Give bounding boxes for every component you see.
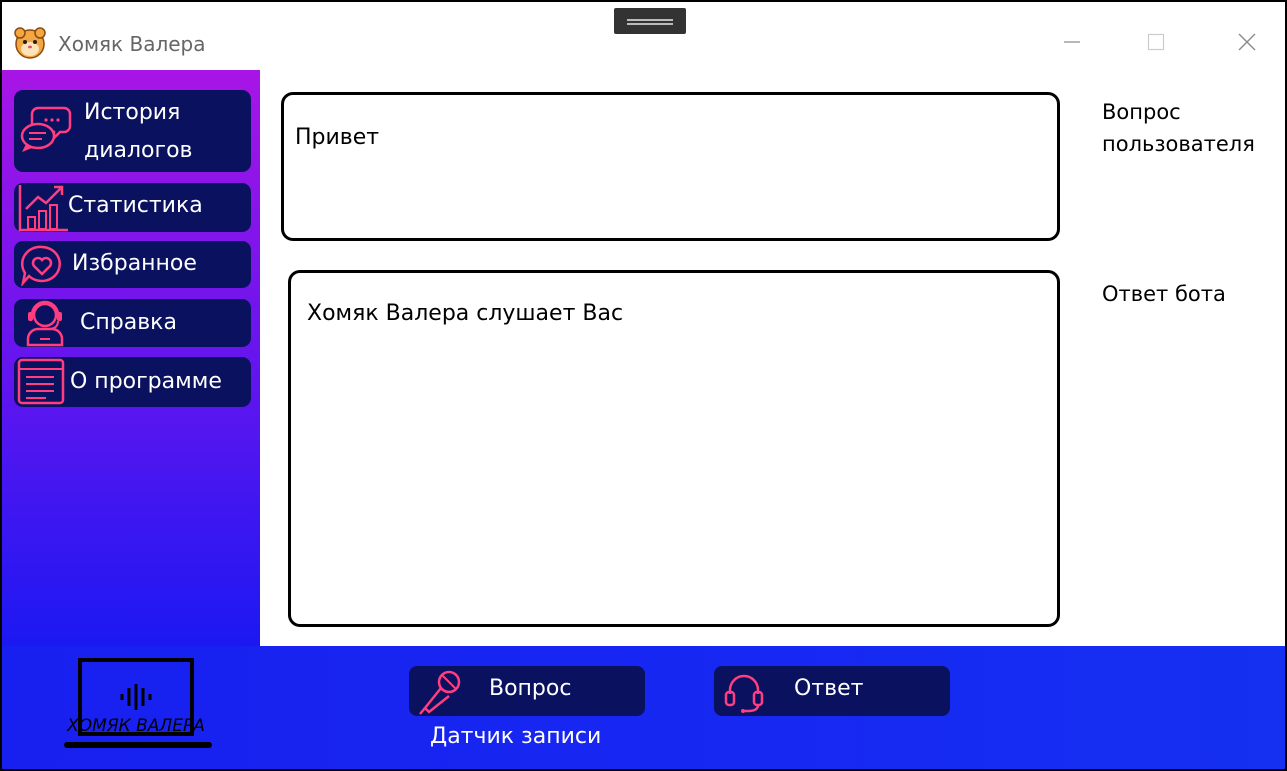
sidebar-item-favorites[interactable]: Избранное xyxy=(14,241,251,288)
app-window: Хомяк Валера История диалогов Статистика… xyxy=(0,0,1287,771)
chat-bubbles-icon xyxy=(20,106,72,152)
close-button[interactable] xyxy=(1224,24,1270,60)
sidebar-item-help[interactable]: Справка xyxy=(14,299,251,347)
hamster-valera-logo: ХОМЯК ВАЛЕРА xyxy=(64,658,212,748)
question-record-button[interactable]: Вопрос xyxy=(409,666,645,716)
minimize-button[interactable] xyxy=(1049,24,1095,60)
sidebar-item-label: диалогов xyxy=(84,138,193,163)
headset-icon xyxy=(724,674,764,713)
answer-label: Ответ бота xyxy=(1102,282,1226,306)
question-text: Привет xyxy=(295,125,380,150)
recording-sensor-label: Датчик записи xyxy=(430,724,602,749)
sidebar-item-label: О программе xyxy=(70,369,222,394)
sidebar-item-label: Справка xyxy=(80,310,177,335)
title-bar[interactable]: Хомяк Валера xyxy=(2,2,1285,70)
sidebar-item-dialog-history[interactable]: История диалогов xyxy=(14,90,251,172)
maximize-button[interactable] xyxy=(1133,24,1179,60)
sidebar-item-label: Избранное xyxy=(72,251,197,276)
answer-play-button[interactable]: Ответ xyxy=(714,666,950,716)
question-button-label: Вопрос xyxy=(489,676,572,701)
answer-text: Хомяк Валера слушает Вас xyxy=(307,301,624,326)
document-icon xyxy=(17,358,65,405)
maximize-icon xyxy=(1147,33,1165,51)
answer-textbox[interactable]: Хомяк Валера слушает Вас xyxy=(288,270,1060,627)
hamster-icon xyxy=(14,27,46,59)
question-label: Вопрос пользователя xyxy=(1102,100,1255,156)
minimize-icon xyxy=(1064,41,1080,43)
sidebar: История диалогов Статистика Избранное Сп… xyxy=(2,70,260,646)
sidebar-item-about[interactable]: О программе xyxy=(14,357,251,407)
chart-growth-icon xyxy=(18,185,68,232)
microphone-icon xyxy=(419,670,461,715)
support-agent-icon xyxy=(26,300,64,347)
sidebar-item-statistics[interactable]: Статистика xyxy=(14,183,251,232)
close-icon xyxy=(1238,33,1256,51)
drag-handle[interactable] xyxy=(614,8,686,34)
logo-text: ХОМЯК ВАЛЕРА xyxy=(66,716,205,736)
answer-button-label: Ответ xyxy=(794,676,864,701)
window-title: Хомяк Валера xyxy=(58,32,206,56)
sidebar-item-label: Статистика xyxy=(68,193,203,218)
sidebar-item-label: История xyxy=(84,100,181,125)
heart-bubble-icon xyxy=(20,245,61,286)
question-textbox[interactable]: Привет xyxy=(281,92,1060,241)
